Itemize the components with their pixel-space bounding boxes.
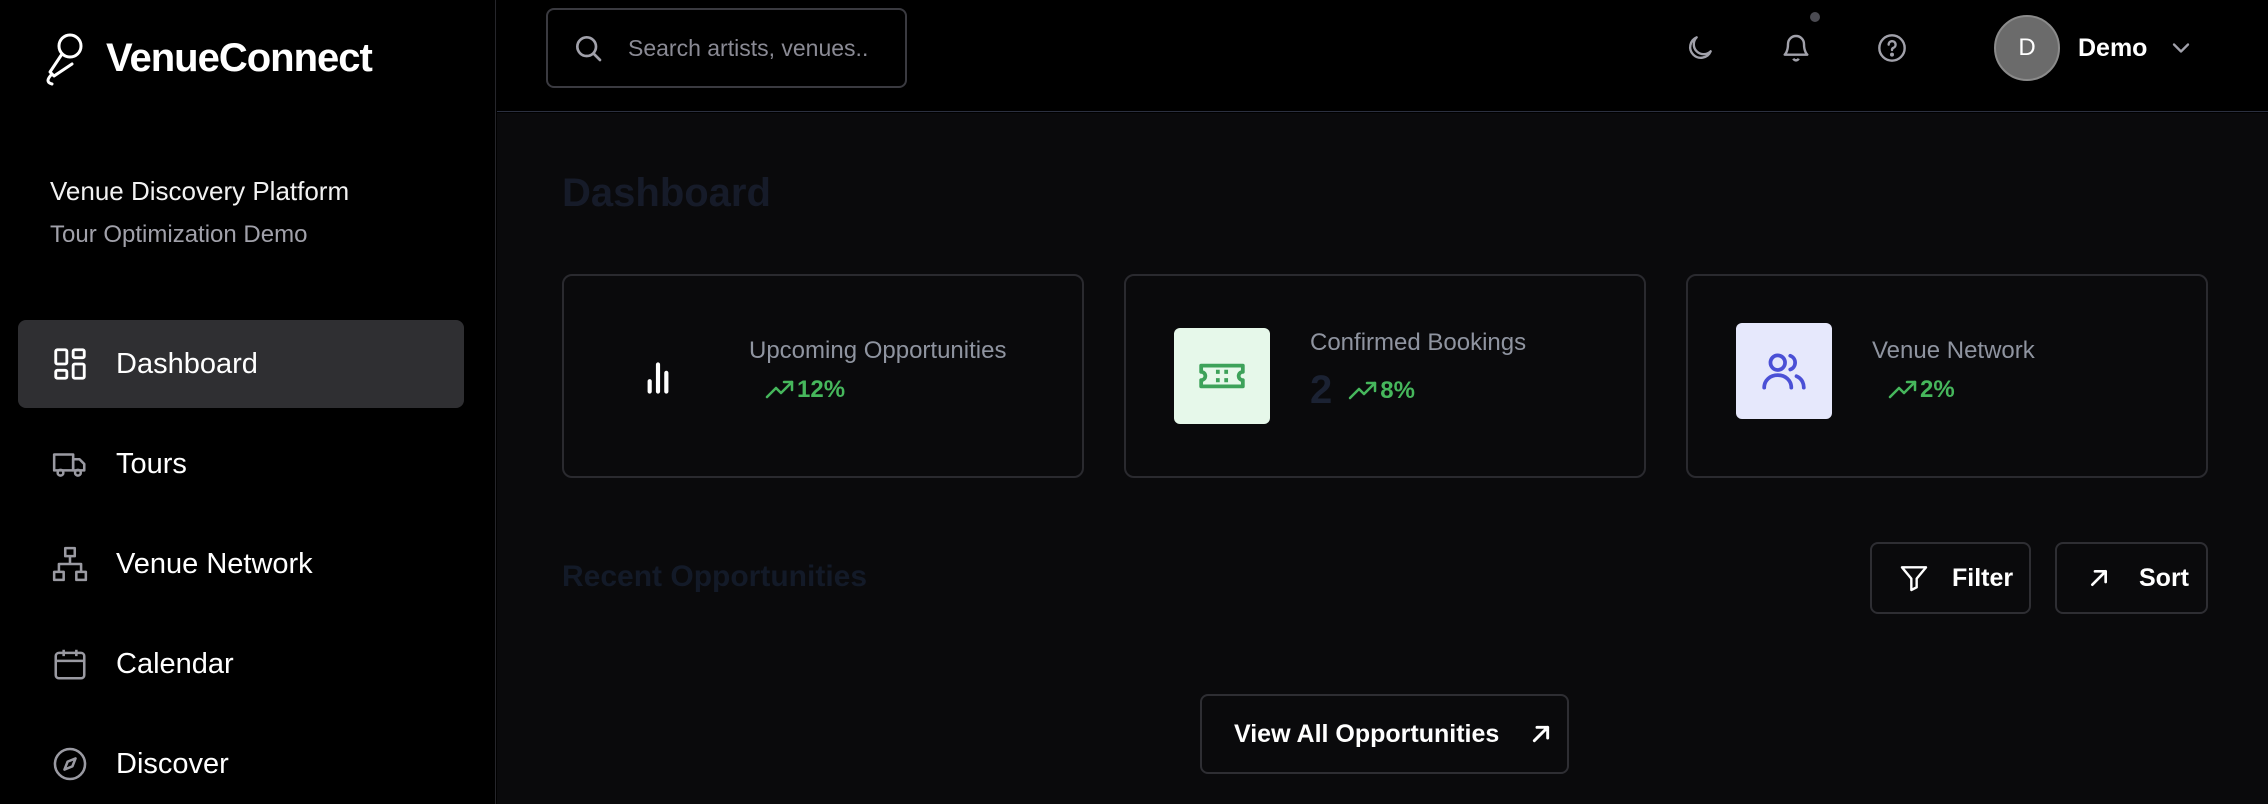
stat-card-upcoming-opportunities[interactable]: Upcoming Opportunities 12% <box>562 274 1084 478</box>
stat-label: Confirmed Bookings <box>1310 329 1527 356</box>
sidebar: VenueConnect Venue Discovery Platform To… <box>0 0 496 804</box>
stat-value-row: 2 8% <box>1310 368 1415 413</box>
search-input[interactable] <box>628 34 868 62</box>
theme-toggle-button[interactable] <box>1680 28 1720 68</box>
main-content: Dashboard Upcoming Opportunities 12% Con… <box>497 113 2268 804</box>
help-icon <box>1878 34 1906 62</box>
bar-chart-icon <box>610 329 706 425</box>
stat-trend: 8% <box>1348 377 1415 405</box>
trending-up-icon <box>1888 380 1917 399</box>
stat-trend: 2% <box>1888 376 1955 404</box>
trending-up-icon <box>765 380 794 399</box>
filter-label: Filter <box>1952 563 2014 592</box>
stat-label: Upcoming Opportunities <box>749 337 1007 364</box>
ticket-icon <box>1174 328 1270 424</box>
arrow-up-right-icon <box>2091 570 2107 586</box>
stat-trend: 12% <box>765 376 845 404</box>
sidebar-item-label: Venue Network <box>116 547 313 580</box>
microphone-icon <box>46 33 83 86</box>
filter-button[interactable]: Filter <box>1870 542 2031 614</box>
user-name: Demo <box>2078 33 2148 62</box>
truck-icon <box>50 444 90 484</box>
trending-up-icon <box>1349 381 1377 399</box>
sidebar-item-label: Discover <box>116 747 229 780</box>
dashboard-icon <box>50 344 90 384</box>
view-all-label: View All Opportunities <box>1234 719 1500 748</box>
page-title: Dashboard <box>562 171 771 215</box>
view-all-opportunities-button[interactable]: View All Opportunities <box>1200 694 1569 774</box>
sidebar-item-dashboard[interactable]: Dashboard <box>18 320 464 408</box>
app: VenueConnect Venue Discovery Platform To… <box>0 0 2268 804</box>
brand-logo[interactable]: VenueConnect <box>40 28 373 88</box>
search-icon <box>576 36 602 62</box>
stat-card-confirmed-bookings[interactable]: Confirmed Bookings 2 8% <box>1124 274 1646 478</box>
bell-icon <box>1783 34 1809 62</box>
sidebar-item-tours[interactable]: Tours <box>18 420 464 508</box>
avatar: D <box>1994 15 2060 81</box>
platform-info: Venue Discovery Platform Tour Optimizati… <box>50 176 349 249</box>
top-header: D Demo <box>497 0 2268 112</box>
brand-name: VenueConnect <box>106 35 373 80</box>
stat-trend-value: 12% <box>797 376 846 403</box>
sidebar-item-calendar[interactable]: Calendar <box>18 620 464 708</box>
platform-title: Venue Discovery Platform <box>50 176 350 206</box>
sidebar-item-discover[interactable]: Discover <box>18 720 464 804</box>
platform-subtitle: Tour Optimization Demo <box>50 221 308 248</box>
sidebar-item-label: Calendar <box>116 647 234 680</box>
users-icon <box>1736 323 1832 419</box>
sidebar-nav: Dashboard Tours Venue Network Calendar D… <box>18 320 464 804</box>
search-box[interactable] <box>546 8 907 88</box>
filter-icon <box>1900 566 1928 592</box>
sidebar-item-label: Dashboard <box>116 347 258 380</box>
compass-icon <box>50 744 90 784</box>
stat-value: 2 <box>1310 368 1333 412</box>
user-menu[interactable]: D Demo <box>1994 14 2195 82</box>
stat-card-venue-network[interactable]: Venue Network 2% <box>1686 274 2208 478</box>
sort-button[interactable]: Sort <box>2055 542 2208 614</box>
stat-value-row: 2% <box>1872 376 1955 404</box>
sidebar-item-venue-network[interactable]: Venue Network <box>18 520 464 608</box>
help-button[interactable] <box>1872 28 1912 68</box>
arrow-up-right-icon <box>1533 725 1550 743</box>
notification-dot <box>1810 12 1820 22</box>
calendar-icon <box>50 644 90 684</box>
stat-value-row: 12% <box>749 376 845 404</box>
chevron-down-icon <box>2173 43 2190 53</box>
sort-label: Sort <box>2139 563 2189 592</box>
stat-label: Venue Network <box>1872 337 2035 364</box>
stat-trend-value: 2% <box>1920 376 1955 403</box>
section-title-recent-opportunities: Recent Opportunities <box>562 560 868 593</box>
sidebar-item-label: Tours <box>116 447 187 480</box>
stat-trend-value: 8% <box>1380 376 1415 404</box>
network-icon <box>50 544 90 584</box>
notifications-button[interactable] <box>1776 12 1820 68</box>
moon-icon <box>1689 36 1712 59</box>
